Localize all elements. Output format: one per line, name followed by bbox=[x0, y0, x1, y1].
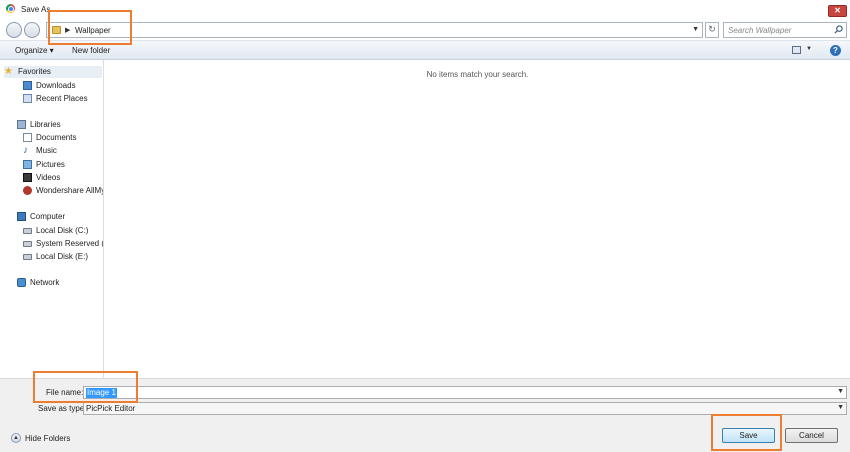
cancel-button[interactable]: Cancel bbox=[785, 428, 838, 443]
address-row: ▶ Wallpaper ▼ ↻ bbox=[0, 19, 850, 40]
window-title: Save As bbox=[21, 5, 51, 14]
address-dropdown-icon[interactable]: ▼ bbox=[692, 26, 699, 33]
computer-icon bbox=[17, 212, 26, 221]
disk-icon bbox=[23, 241, 32, 247]
breadcrumb-wallpaper[interactable]: Wallpaper bbox=[75, 26, 111, 35]
downloads-icon bbox=[23, 81, 32, 90]
back-button[interactable] bbox=[6, 22, 22, 38]
title-bar: Save As ✕ bbox=[0, 0, 850, 19]
videos-icon bbox=[23, 173, 32, 182]
hide-folders-label: Hide Folders bbox=[25, 434, 71, 443]
save-button[interactable]: Save bbox=[722, 428, 775, 443]
network-icon bbox=[17, 278, 26, 287]
nav-item-favorites[interactable]: ★ Favorites bbox=[4, 66, 102, 78]
help-icon[interactable]: ? bbox=[830, 45, 841, 56]
file-name-label: File name: bbox=[46, 388, 84, 397]
documents-icon bbox=[23, 133, 32, 142]
star-icon: ★ bbox=[4, 66, 13, 77]
save-as-type-select[interactable]: PicPick Editor ▼ bbox=[83, 402, 847, 415]
empty-message: No items match your search. bbox=[426, 70, 529, 79]
search-box[interactable] bbox=[723, 22, 847, 38]
chrome-app-icon bbox=[6, 4, 15, 13]
save-as-type-label: Save as type: bbox=[38, 404, 87, 413]
command-bar: Organize ▾ New folder ▼ ? bbox=[0, 40, 850, 60]
save-as-type-dropdown-icon[interactable]: ▼ bbox=[837, 404, 844, 411]
view-dropdown-icon[interactable]: ▼ bbox=[806, 46, 812, 52]
forward-button[interactable] bbox=[24, 22, 40, 38]
recent-places-icon bbox=[23, 94, 32, 103]
organize-menu[interactable]: Organize ▾ bbox=[15, 46, 54, 55]
wondershare-icon bbox=[23, 186, 32, 195]
disk-icon bbox=[23, 228, 32, 234]
pictures-icon bbox=[23, 160, 32, 169]
search-icon[interactable] bbox=[834, 25, 843, 34]
file-name-dropdown-icon[interactable]: ▼ bbox=[837, 388, 844, 395]
breadcrumb-arrow-icon[interactable]: ▶ bbox=[65, 26, 70, 34]
close-button[interactable]: ✕ bbox=[828, 5, 847, 17]
search-input[interactable] bbox=[728, 25, 828, 35]
view-options-icon[interactable] bbox=[792, 46, 801, 54]
disk-icon bbox=[23, 254, 32, 260]
save-as-type-value: PicPick Editor bbox=[86, 404, 136, 413]
file-name-field[interactable]: Image 1 ▼ bbox=[83, 386, 847, 399]
collapse-icon: ▲ bbox=[11, 433, 21, 443]
navigation-pane: ★ Favorites Downloads Recent Places Libr… bbox=[0, 60, 104, 378]
save-form-panel: File name: Image 1 ▼ Save as type: PicPi… bbox=[0, 378, 850, 452]
music-icon: ♪ bbox=[23, 145, 28, 156]
new-folder-button[interactable]: New folder bbox=[72, 46, 110, 55]
libraries-icon bbox=[17, 120, 26, 129]
folder-icon bbox=[52, 26, 61, 34]
file-name-value[interactable]: Image 1 bbox=[86, 388, 117, 398]
address-bar[interactable]: ▶ Wallpaper ▼ bbox=[46, 22, 703, 38]
file-list-area[interactable]: No items match your search. bbox=[105, 60, 850, 378]
refresh-button[interactable]: ↻ bbox=[705, 22, 719, 38]
